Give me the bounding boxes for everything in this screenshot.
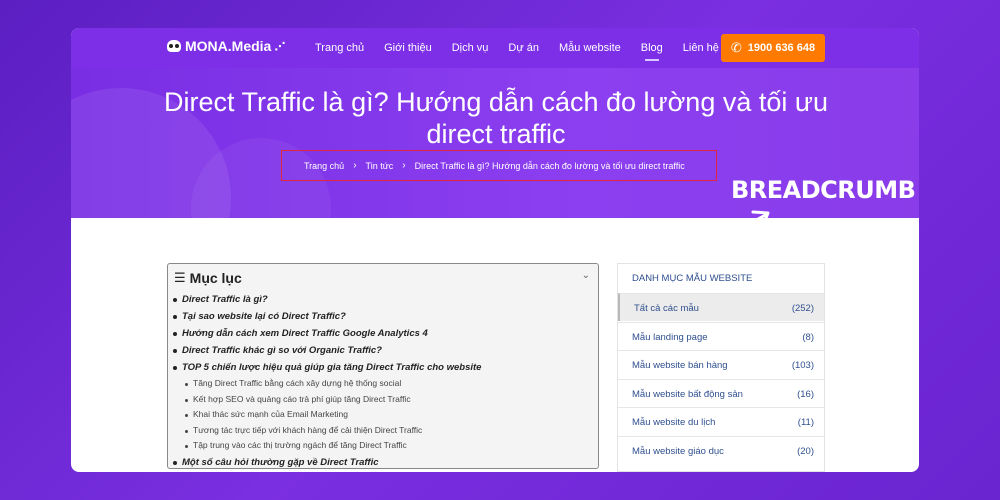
phone-button[interactable]: ✆ 1900 636 648 (721, 34, 825, 62)
category-item[interactable]: Mẫu website bất động sản (16) (618, 378, 824, 407)
toc-header[interactable]: ☰ Mục lục (174, 270, 242, 286)
category-name: Mẫu website giáo dục (632, 446, 724, 457)
mascot-icon (167, 40, 181, 52)
list-icon: ☰ (174, 270, 186, 285)
category-item[interactable]: Mẫu landing page (8) (618, 321, 824, 350)
category-count: (16) (797, 388, 814, 400)
breadcrumb-news[interactable]: Tin tức (366, 161, 394, 171)
share-dots-icon: ⋰ (274, 40, 286, 53)
menu-item-lien-he[interactable]: Liên hệ (683, 42, 719, 54)
breadcrumb-callout: BREADCRUMB (731, 176, 916, 204)
breadcrumb: Trang chủ › Tin tức › Direct Traffic là … (281, 150, 717, 181)
phone-icon: ✆ (730, 40, 742, 55)
toc-item[interactable]: Direct Traffic khác gì so với Organic Tr… (168, 342, 598, 359)
toc-title: Mục lục (189, 270, 242, 286)
chevron-right-icon: › (402, 160, 406, 171)
menu-item-dich-vu[interactable]: Dịch vụ (452, 42, 489, 54)
logo-text: MONA.Media (185, 38, 272, 54)
phone-number: 1900 636 648 (747, 42, 816, 54)
toc-item[interactable]: TOP 5 chiến lược hiệu quả giúp gia tăng … (168, 359, 598, 376)
category-count: (252) (791, 303, 814, 314)
page-title: Direct Traffic là gì? Hướng dẫn cách đo … (164, 87, 828, 149)
category-name: Tất cả các mẫu (634, 303, 699, 314)
category-item[interactable]: Mẫu website bán hàng (103) (618, 350, 824, 378)
browser-frame: MONA.Media ⋰ Trang chủ Giới thiệu Dịch v… (71, 28, 919, 472)
hero-banner: Direct Traffic là gì? Hướng dẫn cách đo … (71, 68, 919, 218)
chevron-down-icon[interactable]: ⌄ (582, 270, 590, 281)
curved-arrow-icon (751, 210, 770, 218)
category-name: Mẫu landing page (632, 331, 708, 343)
category-name: Mẫu website bất động sản (632, 388, 743, 400)
toc-item[interactable]: Tương tác trực tiếp với khách hàng để cả… (168, 423, 598, 439)
category-item[interactable]: Tất cả các mẫu (252) (618, 293, 824, 321)
toc-item[interactable]: Một số câu hỏi thường gặp về Direct Traf… (168, 454, 598, 471)
category-count: (103) (791, 360, 814, 372)
category-name: Mẫu website du lịch (632, 417, 716, 429)
category-item[interactable]: Mẫu website du lịch (11) (618, 407, 824, 435)
breadcrumb-home[interactable]: Trang chủ (304, 161, 344, 171)
category-item[interactable]: Mẫu website giáo dục (20) (618, 436, 824, 464)
menu-item-du-an[interactable]: Dự án (508, 42, 539, 54)
chevron-right-icon: › (353, 160, 357, 171)
menu-item-mau-website[interactable]: Mẫu website (559, 42, 621, 54)
category-count: (8) (802, 331, 814, 343)
toc-item[interactable]: Tại sao website lại có Direct Traffic? (168, 308, 598, 325)
category-count: (20) (797, 446, 814, 457)
category-count: (11) (797, 417, 814, 429)
category-sidebar: DANH MỤC MẪU WEBSITE Tất cả các mẫu (252)… (617, 263, 825, 472)
toc-item[interactable]: Hướng dẫn cách xem Direct Traffic Google… (168, 325, 598, 342)
category-title: DANH MỤC MẪU WEBSITE (632, 273, 753, 284)
toc-item[interactable]: Tập trung vào các thị trường ngách để tă… (168, 438, 598, 454)
table-of-contents: ☰ Mục lục ⌄ Direct Traffic là gì? Tại sao… (167, 263, 599, 469)
toc-item[interactable]: Direct Traffic là gì? (168, 291, 598, 308)
toc-item[interactable]: Kết hợp SEO và quảng cáo trả phí giúp tă… (168, 392, 598, 408)
breadcrumb-current: Direct Traffic là gì? Hướng dẫn cách đo … (414, 160, 685, 171)
site-logo[interactable]: MONA.Media ⋰ (167, 38, 285, 54)
toc-item[interactable]: Khai thác sức mạnh của Email Marketing (168, 407, 598, 423)
menu-item-gioi-thieu[interactable]: Giới thiệu (384, 42, 432, 54)
toc-list: Direct Traffic là gì? Tại sao website lại… (168, 291, 598, 471)
category-name: Mẫu website bán hàng (632, 360, 728, 372)
main-menu: Trang chủ Giới thiệu Dịch vụ Dự án Mẫu w… (315, 28, 739, 68)
menu-item-blog[interactable]: Blog (641, 42, 663, 61)
top-navigation: MONA.Media ⋰ Trang chủ Giới thiệu Dịch v… (71, 28, 919, 68)
toc-item[interactable]: Tăng Direct Traffic bằng cách xây dựng h… (168, 376, 598, 392)
menu-item-trang-chu[interactable]: Trang chủ (315, 42, 364, 54)
